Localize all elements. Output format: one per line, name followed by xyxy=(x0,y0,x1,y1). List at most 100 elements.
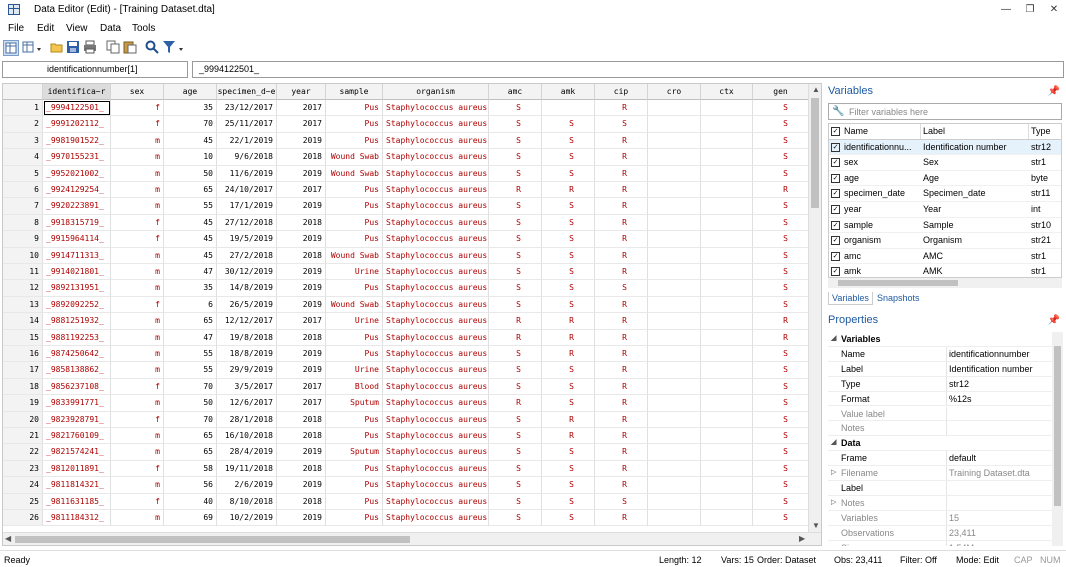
table-cell[interactable]: 56 xyxy=(164,477,217,494)
row-number[interactable]: 2 xyxy=(3,116,43,133)
table-cell[interactable]: R xyxy=(595,214,648,232)
table-cell[interactable]: R xyxy=(595,264,648,281)
column-header[interactable]: sample xyxy=(326,84,383,100)
table-cell[interactable]: 2/6/2019 xyxy=(217,477,277,494)
table-cell[interactable]: 22/1/2019 xyxy=(217,132,277,150)
table-cell[interactable]: 28/1/2018 xyxy=(217,411,277,428)
table-cell[interactable]: f xyxy=(111,116,164,133)
table-cell[interactable]: 2018 xyxy=(277,411,326,428)
table-cell[interactable]: 70 xyxy=(164,116,217,133)
table-cell[interactable]: f xyxy=(111,411,164,428)
property-value[interactable]: 1.54M xyxy=(949,541,1052,546)
table-cell[interactable]: Sputum xyxy=(326,444,383,461)
table-cell[interactable] xyxy=(648,444,701,461)
table-cell[interactable]: S xyxy=(753,460,809,478)
table-cell[interactable]: 3/5/2017 xyxy=(217,378,277,396)
table-cell[interactable]: _9833991771_ xyxy=(43,395,111,412)
checkbox-icon[interactable]: ✓ xyxy=(831,189,840,199)
row-number[interactable]: 17 xyxy=(3,362,43,379)
menu-tools[interactable]: Tools xyxy=(132,23,155,34)
table-cell[interactable] xyxy=(701,510,753,527)
table-cell[interactable] xyxy=(648,296,701,314)
table-cell[interactable] xyxy=(701,231,753,248)
table-cell[interactable]: 27/12/2018 xyxy=(217,214,277,232)
table-cell[interactable]: m xyxy=(111,444,164,461)
table-cell[interactable] xyxy=(648,362,701,379)
table-cell[interactable]: S xyxy=(753,411,809,428)
variable-row[interactable]: ✓ age Age byte xyxy=(829,171,1061,187)
table-cell[interactable]: S xyxy=(542,460,595,478)
table-cell[interactable]: 2018 xyxy=(277,247,326,264)
column-header-name[interactable]: Name xyxy=(844,124,920,139)
table-cell[interactable]: 8/10/2018 xyxy=(217,493,277,510)
table-cell[interactable]: _9821574241_ xyxy=(43,444,111,461)
property-value[interactable]: str12 xyxy=(949,377,1052,391)
table-cell[interactable]: _9881192253_ xyxy=(43,329,111,346)
table-cell[interactable] xyxy=(701,444,753,461)
table-cell[interactable]: m xyxy=(111,346,164,363)
table-cell[interactable]: _9811184312_ xyxy=(43,510,111,527)
table-cell[interactable]: R xyxy=(595,346,648,363)
table-cell[interactable] xyxy=(542,100,595,117)
table-cell[interactable]: _9874250642_ xyxy=(43,346,111,363)
table-cell[interactable]: 9/6/2018 xyxy=(217,149,277,166)
table-cell[interactable]: _9892131951_ xyxy=(43,280,111,297)
table-cell[interactable]: S xyxy=(489,165,542,182)
table-cell[interactable]: Staphylococcus aureus xyxy=(383,264,489,281)
table-cell[interactable]: _9856237108_ xyxy=(43,378,111,396)
table-cell[interactable] xyxy=(701,280,753,297)
table-cell[interactable]: 2019 xyxy=(277,264,326,281)
table-cell[interactable]: Staphylococcus aureus xyxy=(383,411,489,428)
table-cell[interactable]: Staphylococcus aureus xyxy=(383,477,489,494)
property-row[interactable]: ▷ Notes xyxy=(828,495,1052,511)
table-cell[interactable]: 19/11/2018 xyxy=(217,460,277,478)
table-cell[interactable]: Staphylococcus aureus xyxy=(383,214,489,232)
table-cell[interactable]: S xyxy=(542,165,595,182)
table-cell[interactable]: Wound Swab xyxy=(326,165,383,182)
table-cell[interactable]: S xyxy=(489,247,542,264)
table-cell[interactable]: m xyxy=(111,132,164,150)
expand-icon[interactable]: ▷ xyxy=(831,496,836,510)
table-cell[interactable]: _9918315719_ xyxy=(43,214,111,232)
table-cell[interactable]: S xyxy=(489,296,542,314)
table-cell[interactable]: 10 xyxy=(164,149,217,166)
table-cell[interactable]: m xyxy=(111,182,164,199)
table-cell[interactable]: R xyxy=(595,428,648,445)
table-cell[interactable]: Urine xyxy=(326,264,383,281)
table-cell[interactable]: _9881251932_ xyxy=(43,313,111,330)
table-cell[interactable]: _9981901522_ xyxy=(43,132,111,150)
column-header[interactable]: amc xyxy=(489,84,542,100)
table-cell[interactable] xyxy=(648,231,701,248)
property-row[interactable]: Frame default xyxy=(828,451,1052,467)
table-cell[interactable] xyxy=(648,493,701,510)
table-cell[interactable]: S xyxy=(542,264,595,281)
property-row[interactable]: Label Identification number xyxy=(828,361,1052,377)
pin-icon[interactable]: 📌 xyxy=(1048,315,1060,326)
table-cell[interactable]: Staphylococcus aureus xyxy=(383,444,489,461)
column-header-label[interactable]: Label xyxy=(923,124,1031,139)
column-header-type[interactable]: Type xyxy=(1031,124,1061,139)
minimize-button[interactable]: — xyxy=(996,2,1016,18)
table-cell[interactable]: 47 xyxy=(164,264,217,281)
table-cell[interactable]: 2017 xyxy=(277,395,326,412)
table-cell[interactable]: 12/6/2017 xyxy=(217,395,277,412)
table-cell[interactable]: 69 xyxy=(164,510,217,527)
column-header[interactable]: age xyxy=(164,84,217,100)
table-cell[interactable]: 58 xyxy=(164,460,217,478)
row-number[interactable]: 14 xyxy=(3,313,43,330)
table-cell[interactable]: Staphylococcus aureus xyxy=(383,231,489,248)
table-cell[interactable]: Pus xyxy=(326,493,383,510)
copy-icon[interactable] xyxy=(106,40,120,54)
table-cell[interactable]: f xyxy=(111,231,164,248)
column-header[interactable]: sex xyxy=(111,84,164,100)
table-cell[interactable]: S xyxy=(753,280,809,297)
row-number[interactable]: 1 xyxy=(3,100,43,117)
table-cell[interactable]: 2019 xyxy=(277,510,326,527)
restore-button[interactable]: ❐ xyxy=(1020,2,1040,18)
table-cell[interactable]: S xyxy=(753,477,809,494)
table-cell[interactable]: _9811631185_ xyxy=(43,493,111,510)
property-row[interactable]: Type str12 xyxy=(828,376,1052,392)
table-cell[interactable]: Staphylococcus aureus xyxy=(383,329,489,346)
table-cell[interactable]: Pus xyxy=(326,116,383,133)
row-number[interactable]: 20 xyxy=(3,411,43,428)
